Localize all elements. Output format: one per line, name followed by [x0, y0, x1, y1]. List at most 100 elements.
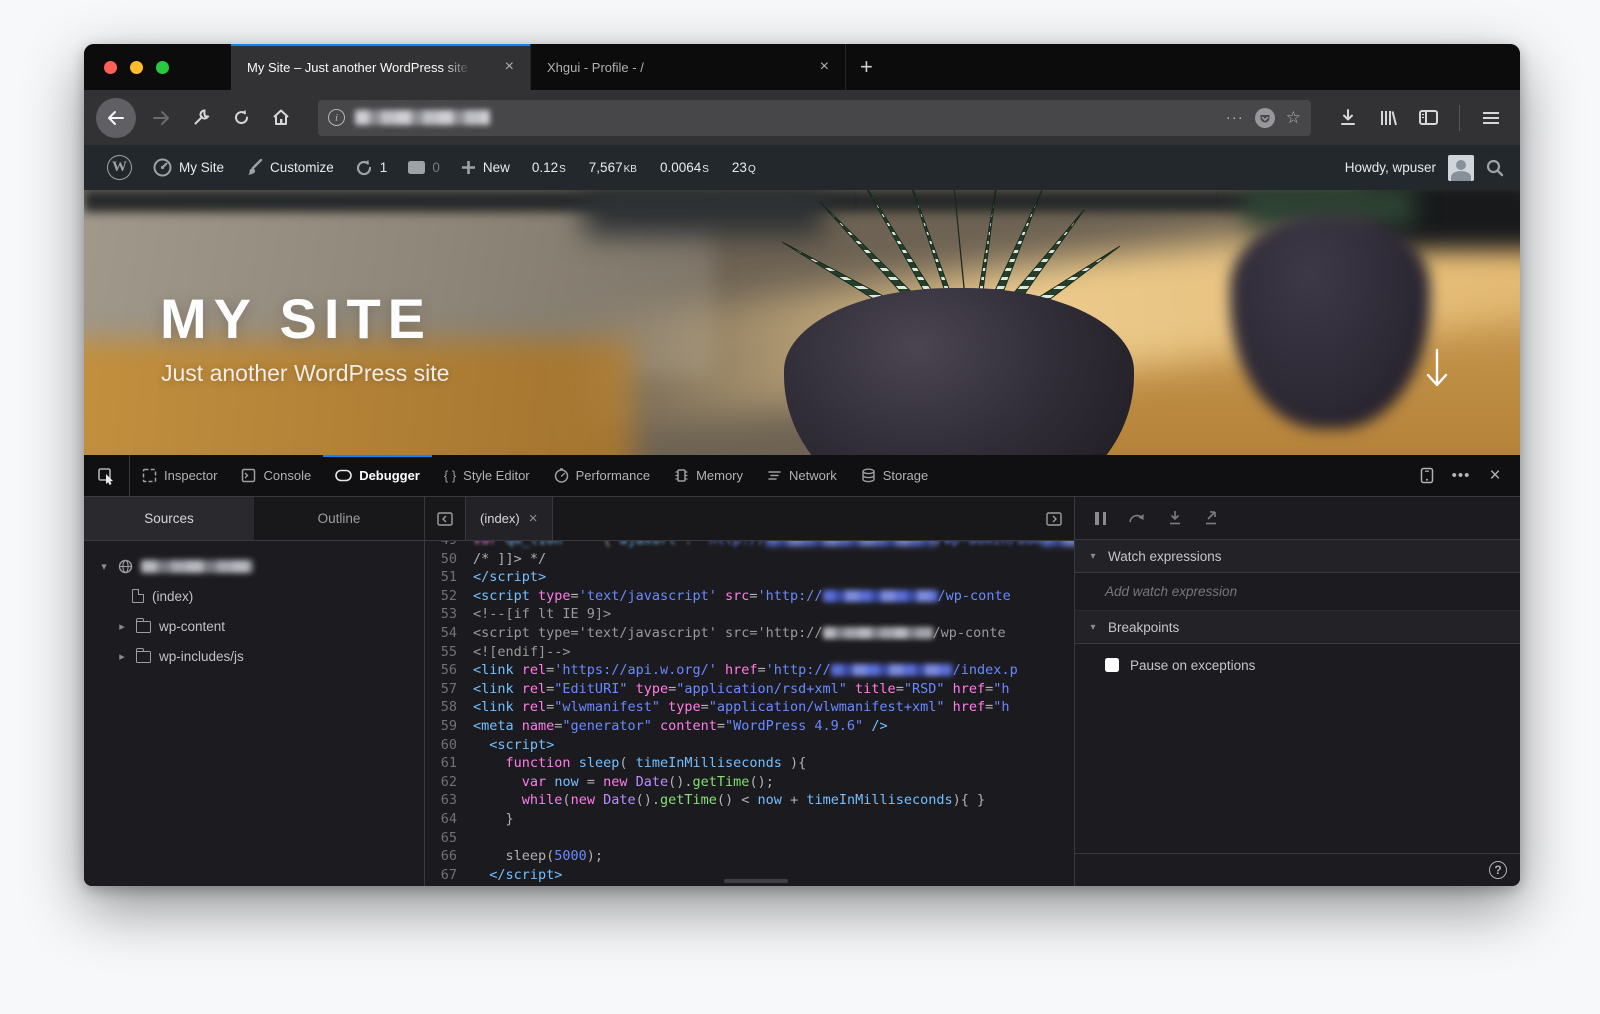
user-avatar[interactable]: [1448, 154, 1474, 181]
devtools-close-button[interactable]: ×: [1480, 461, 1510, 491]
home-button[interactable]: [264, 101, 298, 135]
caret-down-icon[interactable]: ▾: [98, 560, 110, 573]
code-line[interactable]: var qm_l10n { ajaxurl : 'http:///wp-admi…: [473, 541, 1074, 550]
menu-button[interactable]: [1474, 101, 1508, 135]
qm-query-time[interactable]: 0.0064 S: [652, 160, 717, 175]
debugger-icon: [335, 469, 352, 482]
tab-console[interactable]: Console: [229, 455, 323, 496]
collapse-right-icon: [1046, 511, 1062, 526]
devtools-menu-button[interactable]: •••: [1446, 461, 1476, 491]
qm-page-time[interactable]: 0.12 S: [524, 160, 574, 175]
code-line[interactable]: <script>: [473, 736, 1074, 755]
breakpoints-header[interactable]: ▾ Breakpoints: [1075, 611, 1520, 644]
code-line[interactable]: sleep(5000);: [473, 847, 1074, 866]
tab-storage[interactable]: Storage: [849, 455, 941, 496]
comments-count: 0: [432, 160, 440, 175]
tab-network[interactable]: Network: [755, 455, 849, 496]
code-line[interactable]: <meta name="generator" content="WordPres…: [473, 717, 1074, 736]
code-line[interactable]: </script>: [473, 568, 1074, 587]
pause-on-exceptions-row[interactable]: Pause on exceptions: [1075, 644, 1520, 686]
admin-search-icon[interactable]: [1486, 159, 1504, 177]
code-line[interactable]: <script type='text/javascript' src='http…: [473, 624, 1074, 643]
window-close-button[interactable]: [104, 60, 117, 74]
tab-inspector[interactable]: Inspector: [130, 455, 229, 496]
code-line[interactable]: <!--[if lt IE 9]>: [473, 605, 1074, 624]
tree-item-wp-content[interactable]: ▸ wp-content: [84, 611, 424, 641]
code-line[interactable]: var now = new Date().getTime();: [473, 773, 1074, 792]
caret-right-icon[interactable]: ▸: [116, 620, 128, 633]
wp-logo-menu[interactable]: W: [100, 145, 139, 190]
back-button[interactable]: [96, 97, 136, 138]
admin-bar-new[interactable]: New: [454, 145, 517, 190]
admin-bar-comments[interactable]: 0: [401, 145, 447, 190]
step-in-button[interactable]: [1168, 510, 1182, 526]
url-bar[interactable]: i ··· ☆: [318, 99, 1311, 136]
step-over-button[interactable]: [1128, 511, 1146, 526]
qm-query-count[interactable]: 23 Q: [724, 160, 764, 175]
tab-debugger[interactable]: Debugger: [323, 455, 432, 496]
pause-button[interactable]: [1095, 511, 1106, 525]
tree-root-domain[interactable]: ▾: [84, 551, 424, 581]
page-tools-button[interactable]: [184, 101, 218, 135]
editor-code[interactable]: var qm_l10n { ajaxurl : 'http:///wp-admi…: [468, 541, 1074, 886]
responsive-design-button[interactable]: [1412, 461, 1442, 491]
folder-icon: [136, 618, 151, 633]
help-icon[interactable]: ?: [1489, 861, 1507, 879]
qm-memory[interactable]: 7,567 KB: [581, 160, 645, 175]
tab-xhgui[interactable]: Xhgui - Profile - / ×: [531, 44, 846, 90]
code-line[interactable]: }: [473, 810, 1074, 829]
code-line[interactable]: <link rel="wlwmanifest" type="applicatio…: [473, 698, 1074, 717]
reload-button[interactable]: [224, 101, 258, 135]
tab-my-site[interactable]: My Site – Just another WordPress site ×: [231, 44, 531, 90]
editor-tab-index[interactable]: (index) ×: [465, 497, 553, 540]
page-actions-icon[interactable]: ···: [1226, 109, 1244, 126]
howdy-account-label[interactable]: Howdy, wpuser: [1345, 160, 1436, 175]
admin-bar-updates[interactable]: 1: [348, 145, 395, 190]
watch-expressions-header[interactable]: ▾ Watch expressions: [1075, 540, 1520, 573]
window-minimize-button[interactable]: [130, 60, 143, 74]
code-line[interactable]: /* ]]> */: [473, 550, 1074, 569]
pocket-icon[interactable]: [1254, 107, 1276, 129]
editor-tab-close-icon[interactable]: ×: [529, 510, 538, 527]
back-arrow-icon: [108, 110, 124, 125]
code-view[interactable]: 49505152535455565758596061626364656667 v…: [425, 541, 1074, 886]
scroll-down-arrow[interactable]: [1424, 348, 1450, 388]
subtab-sources[interactable]: Sources: [84, 497, 254, 540]
tree-item-wp-includes-js[interactable]: ▸ wp-includes/js: [84, 641, 424, 671]
sidebar-toggle-button[interactable]: [1411, 101, 1445, 135]
code-line[interactable]: <link rel='https://api.w.org/' href='htt…: [473, 661, 1074, 680]
caret-right-icon[interactable]: ▸: [116, 650, 128, 663]
code-line[interactable]: while(new Date().getTime() < now + timeI…: [473, 791, 1074, 810]
library-button[interactable]: [1371, 101, 1405, 135]
source-editor: (index) × 495051525354555657585960616263…: [425, 497, 1075, 886]
tab-close-icon[interactable]: ×: [814, 56, 835, 78]
subtab-outline[interactable]: Outline: [254, 497, 424, 540]
code-line[interactable]: function sleep( timeInMilliseconds ){: [473, 754, 1074, 773]
download-button[interactable]: [1331, 101, 1365, 135]
pause-on-exceptions-checkbox[interactable]: [1105, 658, 1119, 672]
admin-bar-customize[interactable]: Customize: [238, 145, 341, 190]
tab-memory[interactable]: Memory: [662, 455, 755, 496]
tree-item-index[interactable]: (index): [84, 581, 424, 611]
code-line[interactable]: [473, 829, 1074, 848]
window-zoom-button[interactable]: [156, 60, 169, 74]
horizontal-scrollbar[interactable]: [723, 879, 788, 883]
tab-performance[interactable]: Performance: [542, 455, 662, 496]
plus-icon: [461, 160, 476, 175]
new-tab-button[interactable]: +: [846, 44, 887, 90]
pick-element-button[interactable]: [84, 455, 130, 496]
tab-style-editor[interactable]: { } Style Editor: [432, 455, 542, 496]
collapse-sources-pane-button[interactable]: [425, 497, 465, 540]
add-watch-expression-input[interactable]: Add watch expression: [1075, 573, 1520, 611]
site-info-icon[interactable]: i: [328, 109, 345, 126]
devtools-panel: Inspector Console Debugger { } Style Edi…: [84, 455, 1520, 886]
code-line[interactable]: <script type='text/javascript' src='http…: [473, 587, 1074, 606]
admin-bar-my-site[interactable]: My Site: [146, 145, 231, 190]
code-line[interactable]: <![endif]-->: [473, 643, 1074, 662]
bookmark-star-icon[interactable]: ☆: [1286, 108, 1301, 128]
tab-close-icon[interactable]: ×: [499, 56, 520, 78]
expand-right-pane-button[interactable]: [1034, 511, 1074, 526]
step-out-button[interactable]: [1204, 510, 1220, 526]
forward-button[interactable]: [144, 101, 178, 135]
code-line[interactable]: <link rel="EditURI" type="application/rs…: [473, 680, 1074, 699]
